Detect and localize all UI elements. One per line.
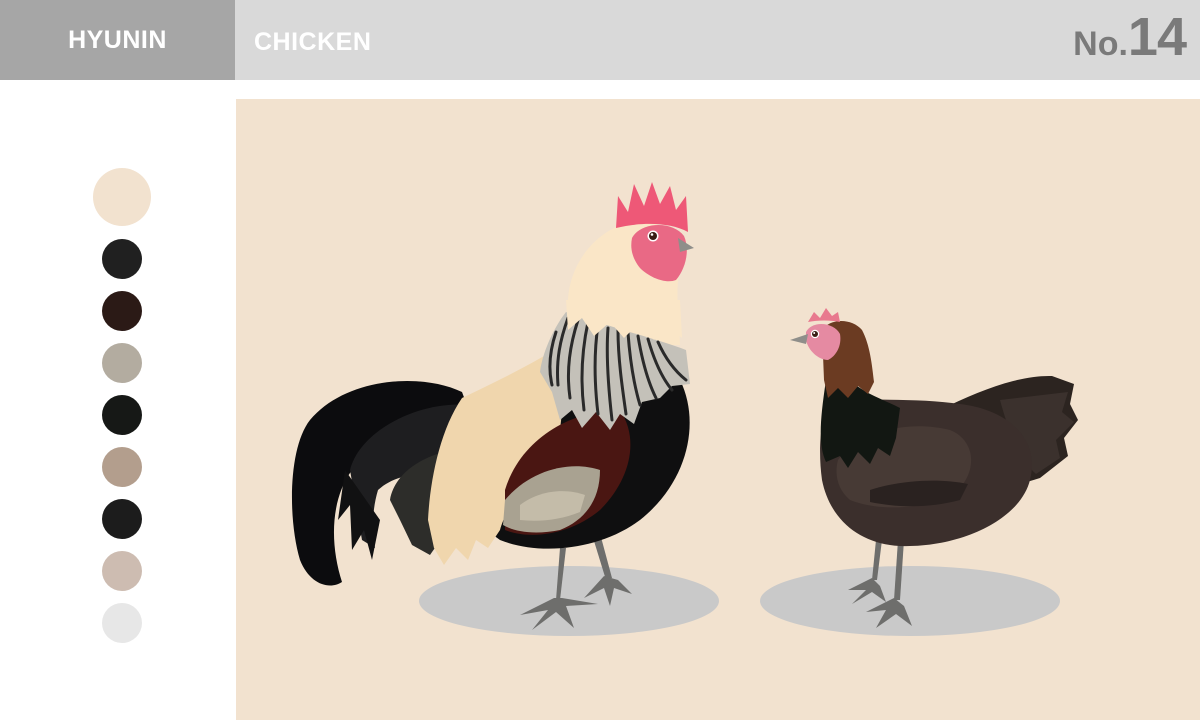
brand-box: HYUNIN (0, 0, 235, 80)
issue-number: No. 14 (1073, 6, 1187, 76)
color-swatch (102, 291, 142, 331)
color-swatch (102, 499, 142, 539)
color-swatch (102, 239, 142, 279)
page-title: CHICKEN (254, 28, 372, 56)
brand-label: HYUNIN (68, 25, 167, 54)
color-swatch (102, 603, 142, 643)
color-swatch (102, 447, 142, 487)
color-palette (93, 168, 151, 643)
issue-number-prefix: No. (1073, 25, 1128, 63)
illustration-canvas (236, 99, 1200, 720)
color-swatch (102, 395, 142, 435)
color-swatch (102, 551, 142, 591)
chicken-illustration (236, 99, 1200, 720)
hen-shadow (760, 566, 1060, 636)
issue-number-value: 14 (1127, 7, 1187, 67)
color-swatch (102, 343, 142, 383)
color-swatch (93, 168, 151, 226)
header-bar: HYUNIN CHICKEN No. 14 (0, 0, 1200, 80)
